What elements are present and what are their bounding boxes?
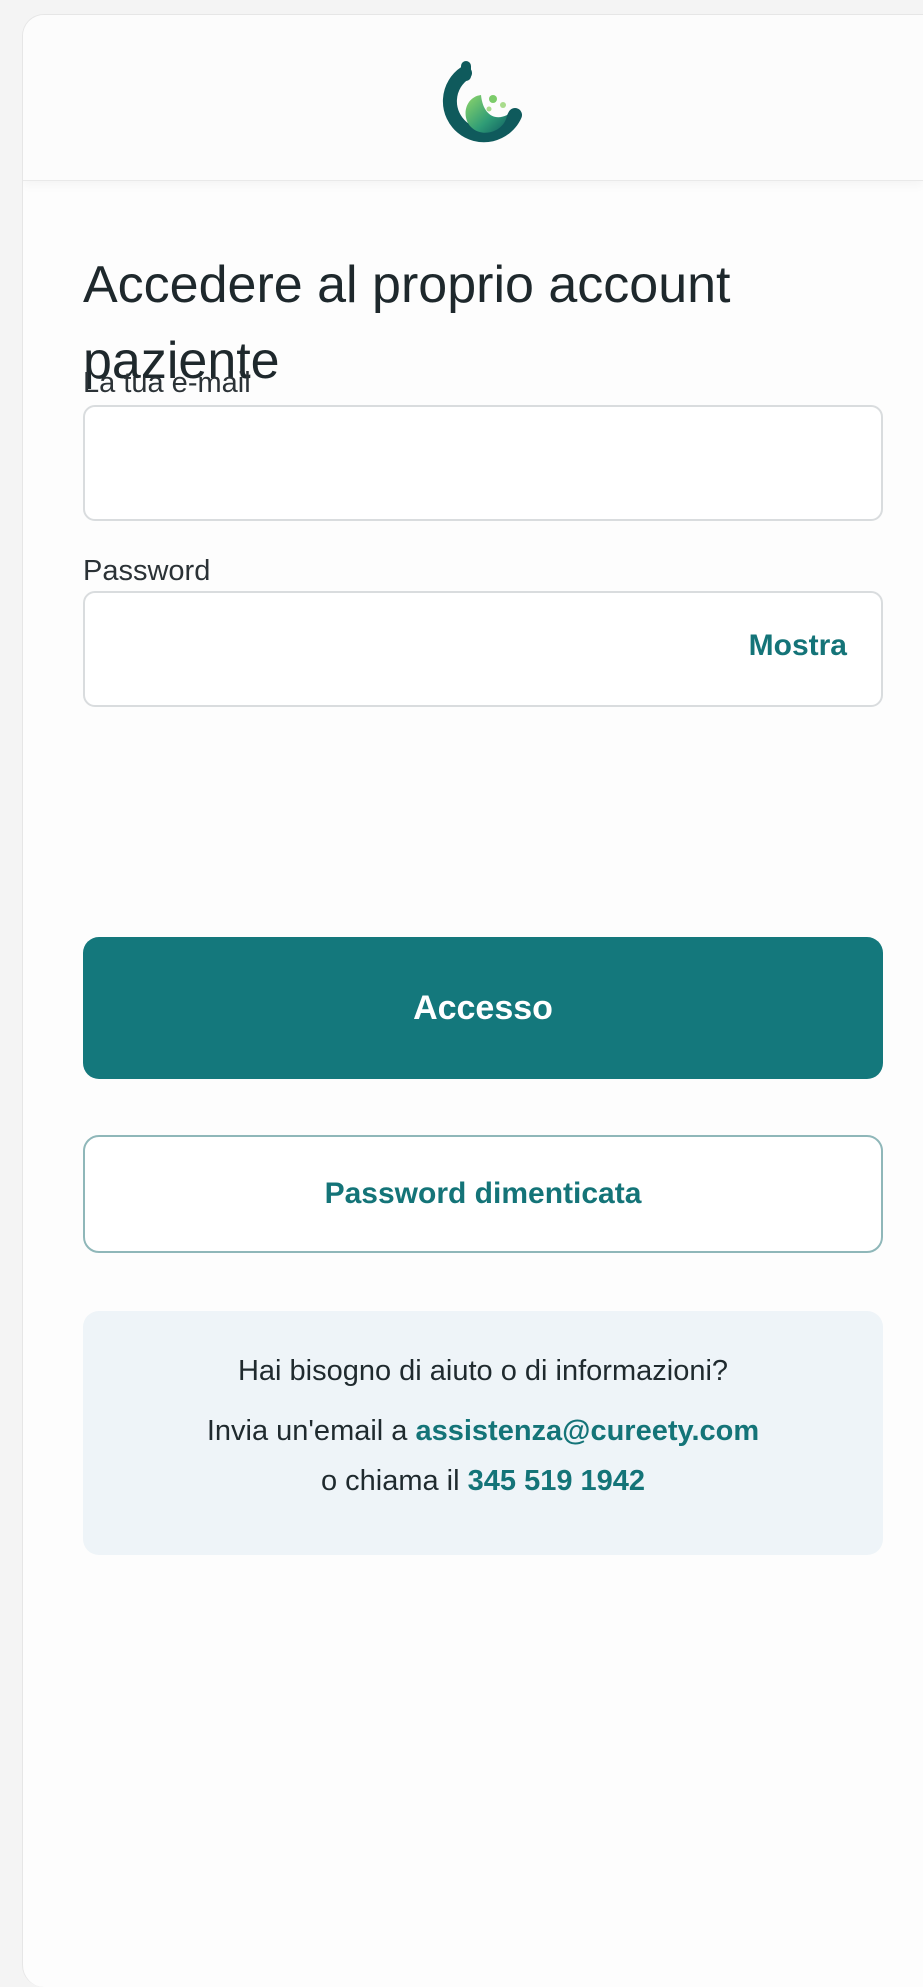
help-email-prefix: Invia un'email a [206,1415,416,1447]
show-password-toggle[interactable]: Mostra [749,629,847,663]
help-phone-prefix: o chiama il [320,1465,468,1497]
help-question: Hai bisogno di aiuto o di informazioni? [237,1355,729,1387]
app-frame: Accedere al proprio account paziente La … [22,14,923,1987]
support-phone-link[interactable]: 345 519 1942 [468,1465,645,1497]
help-email-line: Invia un'email a assistenza@cureety.com [83,1415,883,1448]
password-field[interactable]: Mostra [83,591,883,707]
email-field[interactable] [83,405,883,521]
login-button[interactable]: Accesso [83,937,883,1079]
header [23,15,923,181]
help-box: Hai bisogno di aiuto o di informazioni? … [83,1311,883,1555]
password-label: Password [83,555,211,587]
forgot-password-button[interactable]: Password dimenticata [83,1135,883,1253]
cureety-logo-icon[interactable] [435,55,525,155]
email-label: La tua e-mail [83,367,251,399]
support-email-link[interactable]: assistenza@cureety.com [415,1415,759,1447]
help-phone-line: o chiama il 345 519 1942 [83,1465,883,1498]
